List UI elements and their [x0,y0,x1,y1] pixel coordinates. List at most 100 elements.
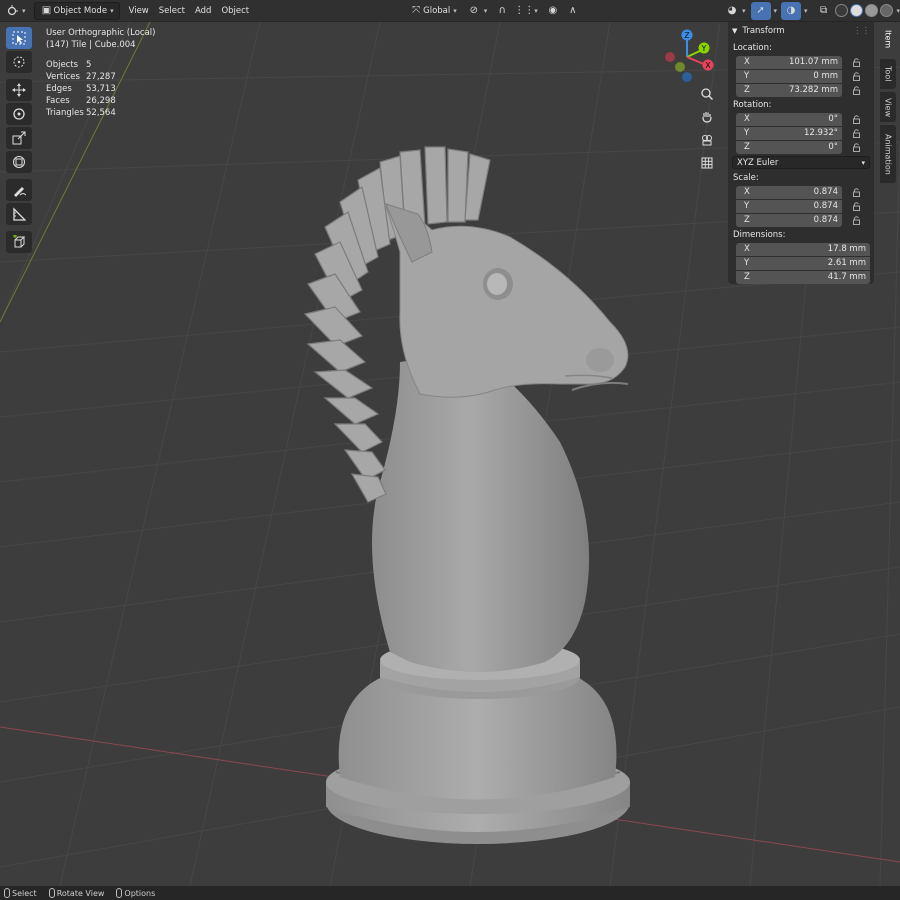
eye-icon: ◕ [727,5,737,16]
transform-controls: ⤧ Global ▾ ⊘ ▾ ∩ ⋮⋮ ▾ ◉ ∧ [404,2,583,20]
mode-dropdown[interactable]: ▣ Object Mode ▾ [33,1,120,20]
solid-shading-button[interactable] [849,4,863,17]
annotate-tool[interactable] [6,179,32,201]
magnet-icon: ∩ [498,5,506,16]
viewport-header: ▾ ▣ Object Mode ▾ View Select Add Object… [0,0,900,22]
grid-icon [701,157,713,169]
snap-target-dropdown[interactable]: ⋮⋮ ▾ [512,2,543,20]
gizmo-z-label: Z [684,31,690,40]
menu-select[interactable]: Select [154,2,190,20]
rotation-z-field[interactable]: Z 0° [736,140,842,154]
lock-icon[interactable] [846,70,866,83]
cursor-arrow-icon [12,31,26,45]
visibility-dropdown[interactable]: ◕ ▾ [720,2,751,20]
add-cube-icon [13,235,26,248]
measure-tool[interactable] [6,203,32,225]
chevron-down-icon: ▾ [483,6,488,15]
falloff-dropdown[interactable]: ∧ [563,2,583,20]
xray-toggle[interactable]: ⧉ [814,2,834,20]
menu-add[interactable]: Add [190,2,216,20]
gizmo-neg-y-axis[interactable] [675,62,685,72]
rendered-shading-button[interactable] [879,4,893,17]
material-shading-button[interactable] [864,4,878,17]
scale-y-field[interactable]: Y 0.874 [736,199,842,213]
add-cube-tool[interactable] [6,231,32,253]
chevron-down-icon[interactable]: ▾ [804,7,808,15]
falloff-curve-icon: ∧ [569,5,577,16]
location-label: Location: [733,43,772,53]
scale-tool[interactable] [6,127,32,149]
camera-view-button[interactable] [697,130,717,150]
lock-icon[interactable] [846,127,866,140]
status-select-hint: Select [4,888,37,898]
lock-icon[interactable] [846,56,866,69]
projection-toggle-button[interactable] [697,153,717,173]
lock-icon[interactable] [846,214,866,227]
gizmo-neg-z-axis[interactable] [682,72,692,82]
pan-button[interactable] [697,107,717,127]
proportional-edit-toggle[interactable]: ◉ [543,2,563,20]
location-x-field[interactable]: X 101.07 mm [736,55,842,69]
lock-icon[interactable] [846,113,866,126]
pencil-icon [14,187,26,197]
navigation-gizmo[interactable]: Z Y X [660,27,720,87]
gizmo-arrow-icon: ➚ [756,5,765,16]
menu-view[interactable]: View [124,2,154,20]
transform-panel-header[interactable]: ▼ Transform ⋮⋮ [732,22,870,40]
lock-icon[interactable] [846,84,866,97]
wireframe-shading-button[interactable] [834,4,848,17]
menu-object[interactable]: Object [216,2,254,20]
tab-animation[interactable]: Animation [880,125,896,183]
scale-x-field[interactable]: X 0.874 [736,185,842,199]
pivot-point-dropdown[interactable]: ⊘ ▾ [462,2,493,20]
gizmo-toggle[interactable]: ➚ [750,1,771,20]
location-y-field[interactable]: Y0 mm [736,69,842,83]
cursor-tool[interactable] [6,51,32,73]
stat-row: Objects 5 [46,60,92,70]
chevron-down-icon[interactable]: ▾ [774,7,778,15]
chevron-down-icon[interactable]: ▾ [897,7,900,15]
navigation-buttons [697,84,717,176]
status-rotate-hint: Rotate View [48,888,104,898]
lock-icon[interactable] [846,200,866,213]
zoom-button[interactable] [697,84,717,104]
3d-viewport[interactable]: User Orthographic (Local) (147) Tile | C… [0,22,900,886]
transform-orientation-dropdown[interactable]: ⤧ Global ▾ [404,2,462,20]
dimensions-y-field[interactable]: Y 2.61 mm [736,256,870,270]
tab-item[interactable]: Item [880,22,896,56]
snap-toggle[interactable]: ∩ [492,2,512,20]
move-arrows-icon [12,83,26,97]
mouse-right-icon [116,888,123,898]
object-mode-icon: ▣ [41,5,52,16]
chevron-down-icon: ▾ [453,6,457,15]
chevron-down-icon: ▾ [22,6,26,15]
tab-view[interactable]: View [880,92,896,122]
orientation-icon: ⤧ [412,5,421,16]
rotation-x-field[interactable]: X 0° [736,112,842,126]
overlays-toggle[interactable]: ◑ [781,1,802,20]
stat-row: Faces 26,298 [46,96,116,106]
editor-type-button[interactable]: ▾ [0,2,31,20]
3d-cursor-icon [13,56,25,68]
dimensions-z-field[interactable]: Z 41.7 mm [736,270,870,284]
drag-handle-icon[interactable]: ⋮⋮ [853,26,870,36]
scale-label: Scale: [733,173,759,183]
viewport-display-controls: ◕ ▾ ➚ ▾ ◑ ▾ ⧉ ▾ [720,1,900,20]
scale-z-field[interactable]: Z 0.874 [736,213,842,227]
move-tool[interactable] [6,79,32,101]
lock-icon[interactable] [846,186,866,199]
overlays-icon: ◑ [786,5,796,16]
location-z-field[interactable]: Z 73.282 mm [736,83,842,97]
rotation-y-field[interactable]: Y 12.932° [736,126,842,140]
gizmo-x-label: X [705,61,711,70]
select-box-tool[interactable] [6,27,32,49]
rotation-mode-dropdown[interactable]: XYZ Euler ▾ [732,156,870,169]
panel-title: Transform [742,26,785,36]
lock-icon[interactable] [846,141,866,154]
xray-icon: ⧉ [819,5,828,16]
rotate-tool[interactable] [6,103,32,125]
transform-tool[interactable] [6,151,32,173]
tab-tool[interactable]: Tool [880,59,896,89]
dimensions-x-field[interactable]: X 17.8 mm [736,242,870,256]
gizmo-neg-x-axis[interactable] [665,52,675,62]
